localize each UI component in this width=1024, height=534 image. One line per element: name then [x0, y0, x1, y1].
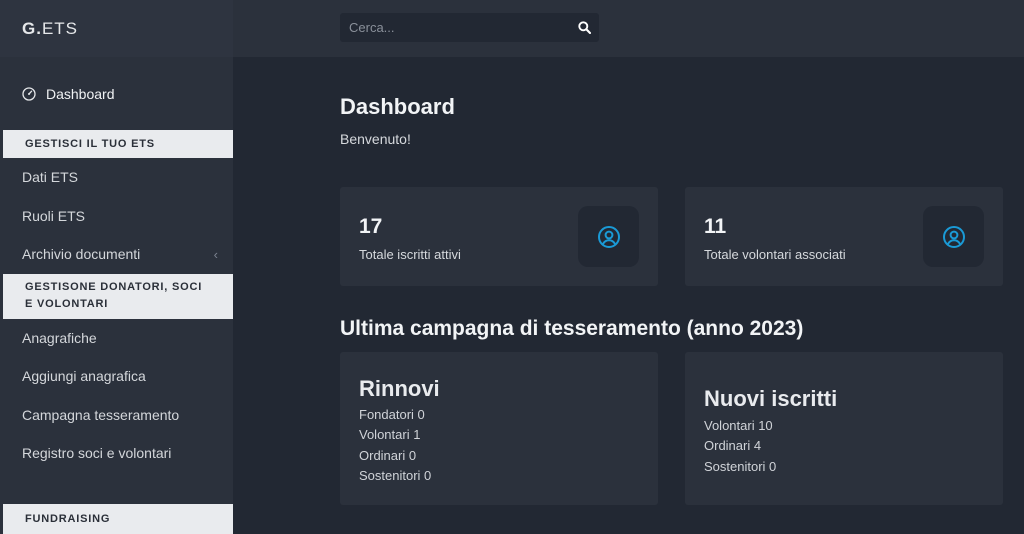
- brand-logo-rest: ETS: [41, 18, 79, 38]
- brand-logo-bold: G.: [22, 18, 42, 38]
- user-circle-icon: [923, 206, 984, 267]
- list-item: Volontari 1: [359, 427, 421, 443]
- search-box: [340, 13, 599, 42]
- topbar: [233, 0, 1024, 57]
- nuovi-iscritti-card: Nuovi iscritti Volontari 10 Ordinari 4 S…: [685, 352, 1003, 505]
- list-item: Fondatori 0: [359, 407, 425, 422]
- search-icon[interactable]: [569, 13, 599, 42]
- rinnovi-card: Rinnovi Fondatori 0 Volontari 1 Ordinari…: [340, 352, 658, 505]
- sidebar-section-fundraising: FUNDRAISING: [3, 504, 233, 534]
- sidebar-item-label: Anagrafiche: [22, 329, 97, 346]
- sidebar-section-gestisci: GESTISCI IL TUO ETS: [3, 130, 233, 158]
- sidebar: G. ETS Dashboard GESTISCI IL TUO ETS Dati…: [0, 0, 233, 534]
- sidebar-item-registro-soci[interactable]: Registro soci e volontari: [0, 434, 233, 473]
- nuovi-iscritti-list: Volontari 10 Ordinari 4 Sostenitori 0: [704, 416, 776, 477]
- stat-value: 11: [704, 215, 727, 238]
- campaign-title: Ultima campagna di tesseramento (anno 20…: [340, 317, 804, 340]
- list-item: Ordinari 4: [704, 438, 762, 454]
- sidebar-item-label: Aggiungi anagrafica: [22, 368, 146, 385]
- sidebar-item-label: Registro soci e volontari: [22, 445, 172, 462]
- search-input[interactable]: [340, 13, 569, 42]
- sidebar-item-dashboard[interactable]: Dashboard: [0, 57, 233, 130]
- stat-value: 17: [359, 215, 383, 238]
- sidebar-item-aggiungi-anagrafica[interactable]: Aggiungi anagrafica: [0, 357, 233, 396]
- sidebar-item-ruoli-ets[interactable]: Ruoli ETS: [0, 197, 233, 236]
- sidebar-item-label: Archivio documenti: [22, 246, 141, 263]
- stat-label: Totale volontari associati: [704, 247, 846, 262]
- sidebar-section-donatori: GESTISONE DONATORI, SOCI E VOLONTARI: [3, 273, 233, 319]
- list-item: Ordinari 0: [359, 447, 417, 463]
- stat-card-volontari: 11 Totale volontari associati: [685, 187, 1003, 286]
- gauge-icon: [22, 86, 36, 101]
- sidebar-item-archivio-documenti[interactable]: Archivio documenti ‹: [0, 235, 233, 274]
- user-circle-icon: [578, 206, 639, 267]
- sidebar-item-dati-ets[interactable]: Dati ETS: [0, 158, 233, 197]
- stat-label: Totale iscritti attivi: [359, 247, 461, 262]
- rinnovi-list: Fondatori 0 Volontari 1 Ordinari 0 Soste…: [359, 405, 431, 486]
- sidebar-item-label: Ruoli ETS: [22, 207, 86, 224]
- list-item: Sostenitori 0: [359, 467, 432, 483]
- sidebar-item-label: Campagna tesseramento: [22, 406, 180, 423]
- brand-logo[interactable]: G. ETS: [0, 0, 233, 57]
- nuovi-iscritti-title: Nuovi iscritti: [704, 386, 838, 411]
- list-item: Sostenitori 0: [704, 458, 777, 474]
- sidebar-item-label: Dati ETS: [22, 169, 79, 186]
- stat-card-iscritti: 17 Totale iscritti attivi: [340, 187, 658, 286]
- welcome-text: Benvenuto!: [340, 131, 411, 147]
- chevron-left-icon: ‹: [213, 246, 218, 262]
- rinnovi-title: Rinnovi: [359, 376, 440, 401]
- list-item: Volontari 10: [704, 418, 773, 433]
- sidebar-item-campagna-tesseramento[interactable]: Campagna tesseramento: [0, 396, 233, 435]
- sidebar-item-anagrafiche[interactable]: Anagrafiche: [0, 319, 233, 358]
- sidebar-item-label: Dashboard: [46, 85, 115, 102]
- page-title: Dashboard: [340, 94, 455, 119]
